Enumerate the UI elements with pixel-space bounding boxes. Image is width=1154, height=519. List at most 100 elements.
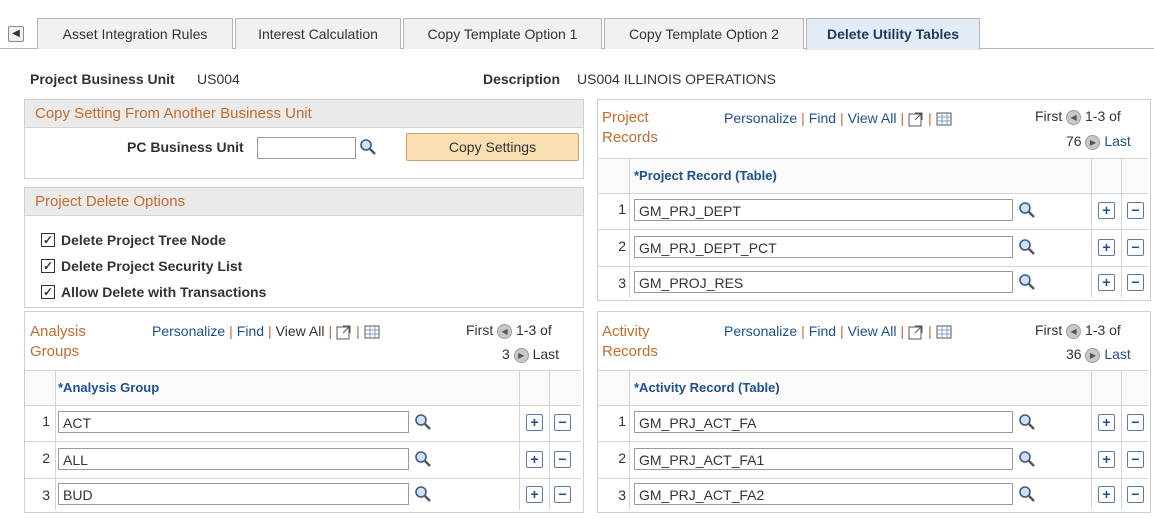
- table-row: 2 GM_PRJ_ACT_FA1 + −: [598, 441, 1148, 479]
- add-row-icon[interactable]: +: [1098, 239, 1115, 256]
- new-window-icon[interactable]: [908, 324, 924, 340]
- personalize-link[interactable]: Personalize: [724, 110, 797, 126]
- table-row: 3 GM_PRJ_ACT_FA2 + −: [598, 478, 1148, 515]
- personalize-link[interactable]: Personalize: [152, 323, 225, 339]
- analysis-groups-title: Analysis Groups: [30, 323, 86, 360]
- find-link[interactable]: Find: [809, 323, 836, 339]
- add-row-icon[interactable]: +: [526, 451, 543, 468]
- find-link[interactable]: Find: [237, 323, 264, 339]
- delete-row-icon[interactable]: −: [554, 414, 571, 431]
- activity-record-input[interactable]: GM_PRJ_ACT_FA1: [634, 448, 1013, 470]
- lookup-icon[interactable]: [414, 450, 432, 468]
- add-row-icon[interactable]: +: [1098, 274, 1115, 291]
- delete-row-icon[interactable]: −: [1127, 202, 1144, 219]
- last-link[interactable]: Last: [533, 346, 559, 362]
- activity-record-input[interactable]: GM_PRJ_ACT_FA: [634, 411, 1013, 433]
- download-grid-icon[interactable]: [936, 324, 952, 340]
- project-record-input[interactable]: GM_PROJ_RES: [634, 271, 1013, 293]
- delete-row-icon[interactable]: −: [1127, 451, 1144, 468]
- analysis-group-column-header[interactable]: *Analysis Group: [58, 380, 159, 395]
- tab-asset-integration-rules[interactable]: Asset Integration Rules: [37, 18, 233, 49]
- tab-copy-template-option-2[interactable]: Copy Template Option 2: [604, 18, 804, 49]
- lookup-icon[interactable]: [1018, 450, 1036, 468]
- next-icon[interactable]: ▶: [1085, 347, 1101, 363]
- tab-scroll-left-icon[interactable]: ◀: [8, 26, 24, 42]
- previous-icon[interactable]: ◀: [1066, 109, 1082, 125]
- project-record-input[interactable]: GM_PRJ_DEPT: [634, 199, 1013, 221]
- project-record-column-header[interactable]: *Project Record (Table): [634, 168, 777, 183]
- description-value: US004 ILLINOIS OPERATIONS: [577, 71, 776, 87]
- tab-copy-template-option-1[interactable]: Copy Template Option 1: [403, 18, 602, 49]
- new-window-icon[interactable]: [908, 111, 924, 127]
- analysis-groups-pager-2: 3 ▶ Last: [502, 346, 560, 363]
- lookup-icon[interactable]: [1018, 238, 1036, 256]
- delete-row-icon[interactable]: −: [554, 486, 571, 503]
- table-row: 1 GM_PRJ_DEPT + −: [598, 192, 1148, 230]
- table-row: 1 ACT + −: [25, 404, 581, 442]
- personalize-link[interactable]: Personalize: [724, 323, 797, 339]
- project-records-title: Project Records: [602, 109, 658, 146]
- next-icon[interactable]: ▶: [513, 347, 529, 363]
- tab-delete-utility-tables[interactable]: Delete Utility Tables: [806, 18, 980, 50]
- delete-security-list-checkbox[interactable]: ✓: [41, 259, 55, 273]
- lookup-icon[interactable]: [1018, 273, 1036, 291]
- table-row: 2 ALL + −: [25, 441, 581, 479]
- first-link[interactable]: First: [1035, 322, 1062, 338]
- add-row-icon[interactable]: +: [1098, 486, 1115, 503]
- analysis-group-input[interactable]: BUD: [58, 483, 409, 505]
- delete-row-icon[interactable]: −: [1127, 414, 1144, 431]
- tab-interest-calculation[interactable]: Interest Calculation: [235, 18, 401, 49]
- allow-delete-transactions-checkbox[interactable]: ✓: [41, 285, 55, 299]
- delete-row-icon[interactable]: −: [1127, 274, 1144, 291]
- analysis-groups-nav: Personalize | Find | View All | |: [152, 323, 380, 340]
- project-record-input[interactable]: GM_PRJ_DEPT_PCT: [634, 236, 1013, 258]
- next-icon[interactable]: ▶: [1085, 134, 1101, 150]
- last-link[interactable]: Last: [1104, 346, 1130, 362]
- pc-business-unit-input[interactable]: [257, 137, 356, 159]
- first-link[interactable]: First: [1035, 108, 1062, 124]
- previous-icon[interactable]: ◀: [497, 323, 513, 339]
- lookup-icon[interactable]: [1018, 413, 1036, 431]
- copy-settings-button[interactable]: Copy Settings: [406, 133, 579, 161]
- find-link[interactable]: Find: [809, 110, 836, 126]
- lookup-icon[interactable]: [414, 485, 432, 503]
- download-grid-icon[interactable]: [364, 324, 380, 340]
- lookup-icon[interactable]: [414, 413, 432, 431]
- add-row-icon[interactable]: +: [1098, 202, 1115, 219]
- allow-delete-transactions-label: Allow Delete with Transactions: [61, 284, 267, 300]
- delete-security-list-label: Delete Project Security List: [61, 258, 243, 274]
- project-business-unit-value: US004: [197, 71, 240, 87]
- last-link[interactable]: Last: [1104, 133, 1130, 149]
- activity-records-pager-2: 36 ▶ Last: [1066, 346, 1131, 363]
- activity-records-header: *Activity Record (Table): [598, 370, 1148, 406]
- delete-row-icon[interactable]: −: [1127, 486, 1144, 503]
- table-row: 3 GM_PROJ_RES + −: [598, 266, 1148, 303]
- activity-record-column-header[interactable]: *Activity Record (Table): [634, 380, 780, 395]
- previous-icon[interactable]: ◀: [1066, 323, 1082, 339]
- new-window-icon[interactable]: [336, 324, 352, 340]
- table-row: 1 GM_PRJ_ACT_FA + −: [598, 404, 1148, 442]
- add-row-icon[interactable]: +: [526, 414, 543, 431]
- view-all-link[interactable]: View All: [848, 323, 897, 339]
- activity-record-input[interactable]: GM_PRJ_ACT_FA2: [634, 483, 1013, 505]
- add-row-icon[interactable]: +: [526, 486, 543, 503]
- delete-tree-node-checkbox[interactable]: ✓: [41, 233, 55, 247]
- analysis-group-input[interactable]: ACT: [58, 411, 409, 433]
- project-records-pager-2: 76 ▶ Last: [1066, 133, 1131, 150]
- lookup-icon[interactable]: [1018, 485, 1036, 503]
- lookup-icon[interactable]: [1018, 201, 1036, 219]
- copy-setting-title: Copy Setting From Another Business Unit: [25, 100, 583, 128]
- add-row-icon[interactable]: +: [1098, 414, 1115, 431]
- delete-row-icon[interactable]: −: [1127, 239, 1144, 256]
- add-row-icon[interactable]: +: [1098, 451, 1115, 468]
- lookup-icon[interactable]: [359, 138, 377, 156]
- analysis-group-input[interactable]: ALL: [58, 448, 409, 470]
- view-all-link[interactable]: View All: [276, 323, 325, 339]
- delete-row-icon[interactable]: −: [554, 451, 571, 468]
- view-all-link[interactable]: View All: [848, 110, 897, 126]
- table-row: 3 BUD + −: [25, 478, 581, 515]
- activity-records-pager: First ◀ 1-3 of: [1035, 322, 1121, 339]
- table-row: 2 GM_PRJ_DEPT_PCT + −: [598, 229, 1148, 267]
- download-grid-icon[interactable]: [936, 111, 952, 127]
- first-link[interactable]: First: [466, 322, 493, 338]
